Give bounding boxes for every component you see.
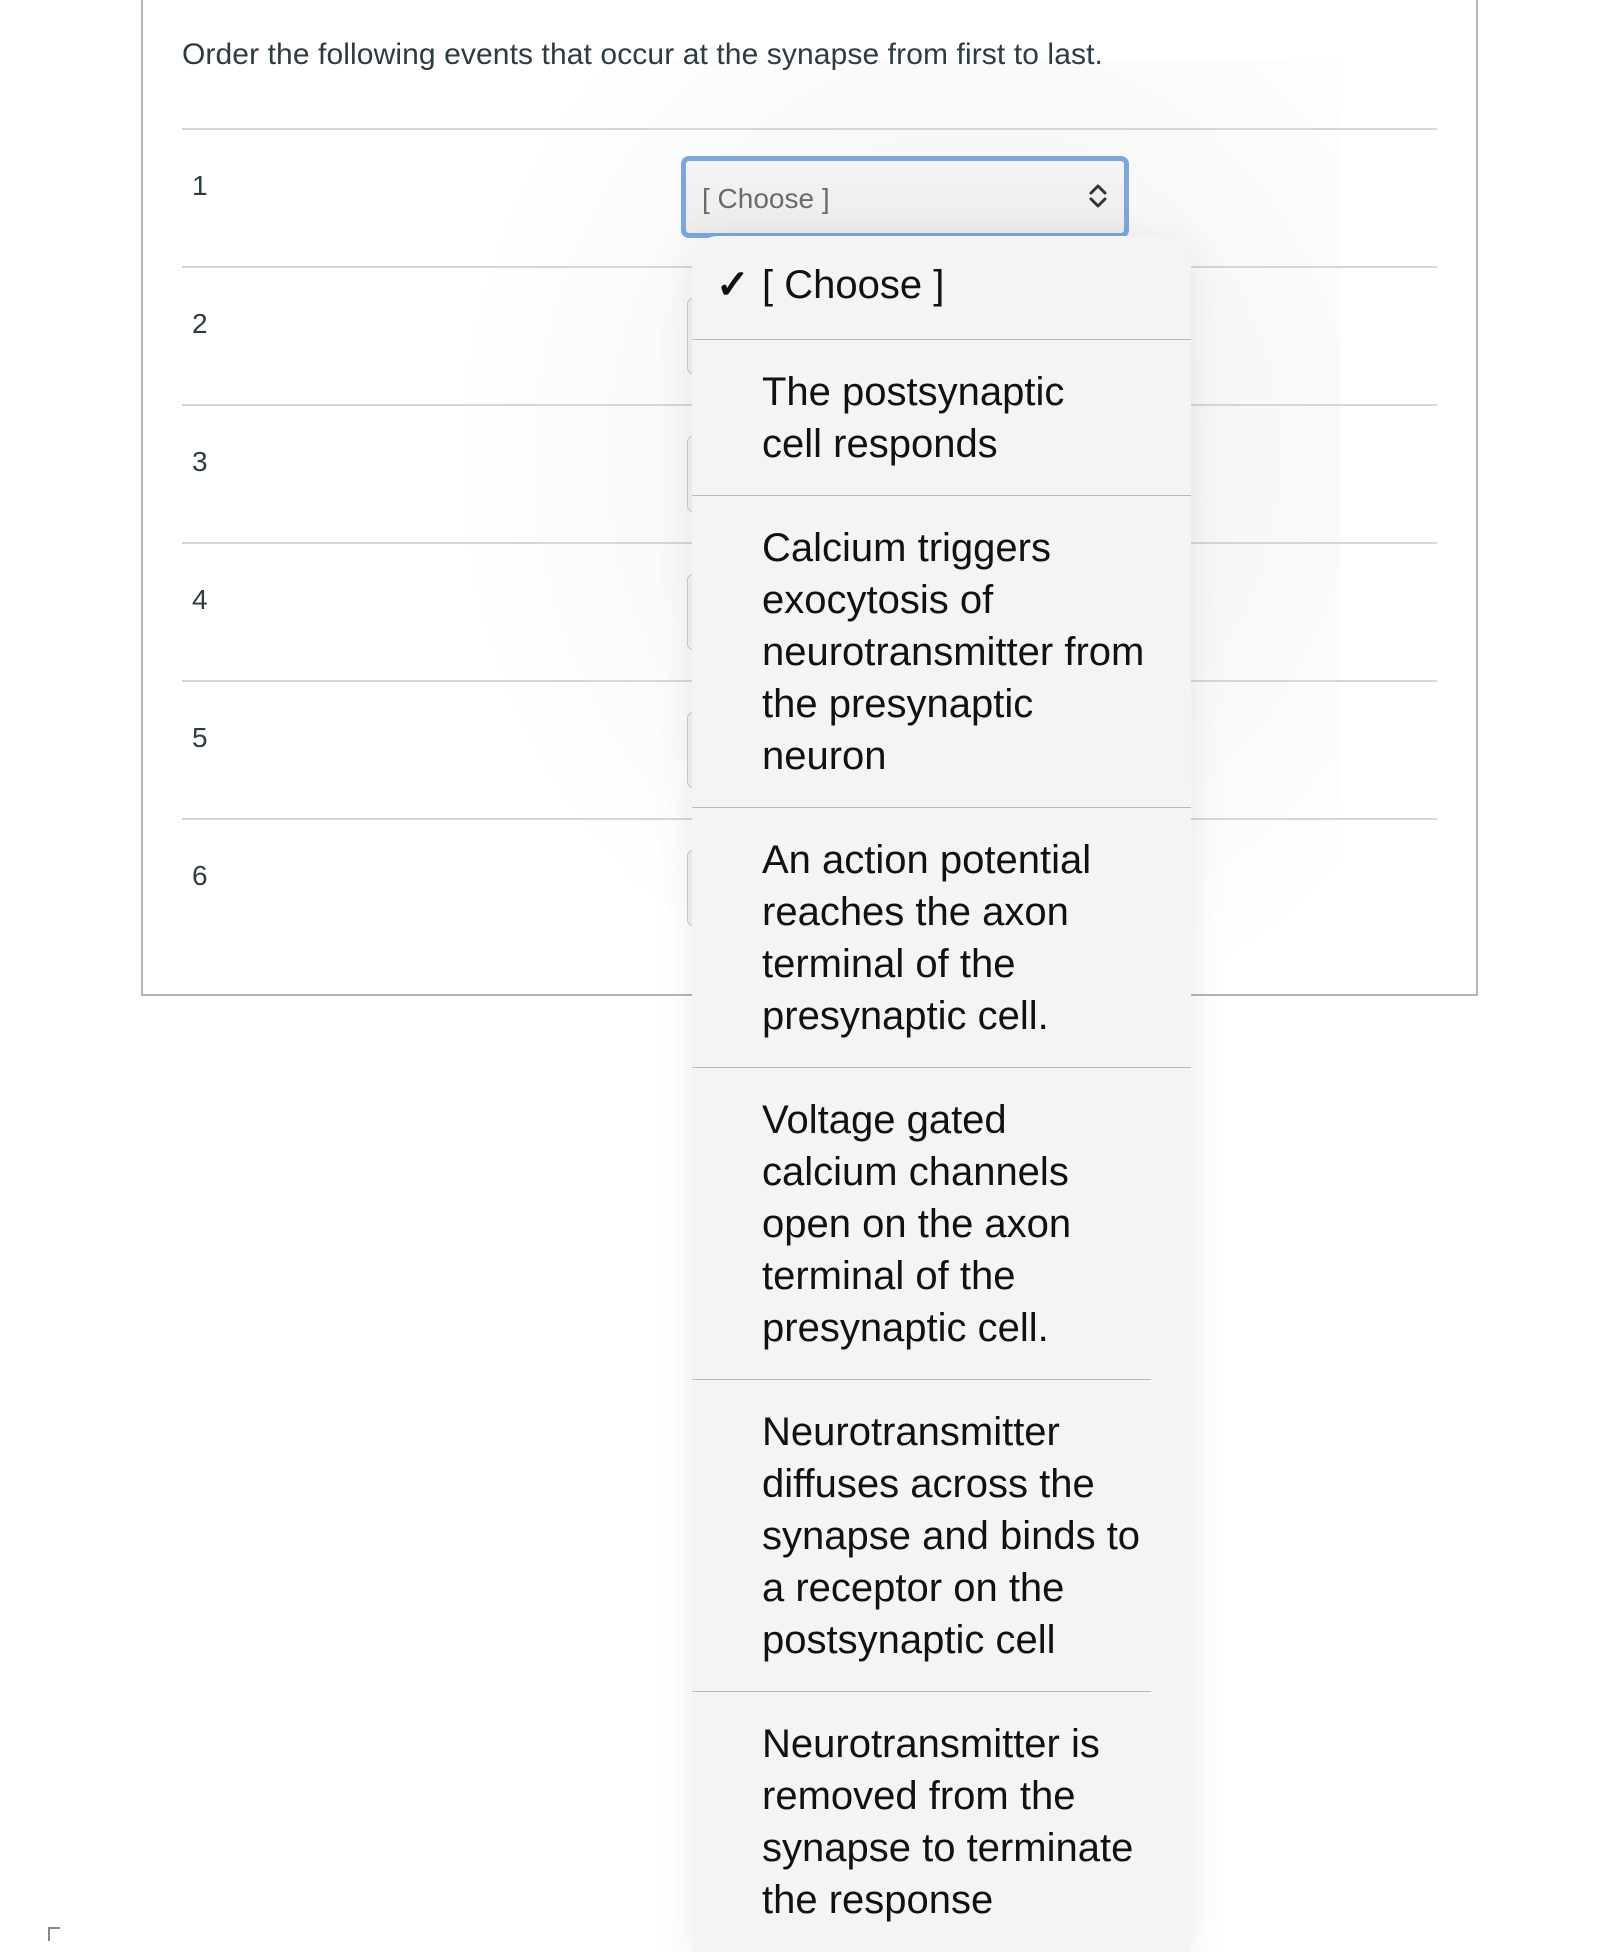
updown-chevron-icon [1086,179,1110,213]
select-value: [ Choose ] [702,183,830,214]
row-number: 2 [192,308,208,339]
checkmark-icon: ✓ [716,263,750,307]
option-label: An action potential reaches the axon ter… [762,838,1092,1038]
option-postsynaptic-responds[interactable]: The postsynaptic cell responds [692,340,1191,496]
option-calcium-exocytosis[interactable]: Calcium triggers exocytosis of neurotran… [692,496,1191,808]
option-label: Calcium triggers exocytosis of neurotran… [762,526,1145,778]
row-number: 3 [192,446,208,477]
row-number: 1 [192,170,208,201]
option-label: Neurotransmitter is removed from the syn… [762,1722,1134,1922]
option-label: Voltage gated calcium channels open on t… [762,1098,1072,1350]
question-prompt: Order the following events that occur at… [182,38,1103,71]
row-number: 6 [192,860,208,891]
answer-select-1[interactable]: [ Choose ] [681,156,1129,238]
option-neurotransmitter-removed[interactable]: Neurotransmitter is removed from the syn… [692,1692,1151,1952]
option-choose[interactable]: ✓ [ Choose ] [692,236,1191,340]
option-label: [ Choose ] [762,263,945,307]
option-voltage-gated-channels[interactable]: Voltage gated calcium channels open on t… [692,1068,1151,1380]
options-dropdown: ✓ [ Choose ] The postsynaptic cell respo… [692,236,1191,1952]
option-label: The postsynaptic cell responds [762,370,1065,466]
row-divider [182,128,1437,130]
row-number: 4 [192,584,208,615]
option-label: Neurotransmitter diffuses across the syn… [762,1410,1141,1662]
option-action-potential[interactable]: An action potential reaches the axon ter… [692,808,1191,1068]
option-neurotransmitter-diffuses[interactable]: Neurotransmitter diffuses across the syn… [692,1380,1151,1692]
row-number: 5 [192,722,208,753]
